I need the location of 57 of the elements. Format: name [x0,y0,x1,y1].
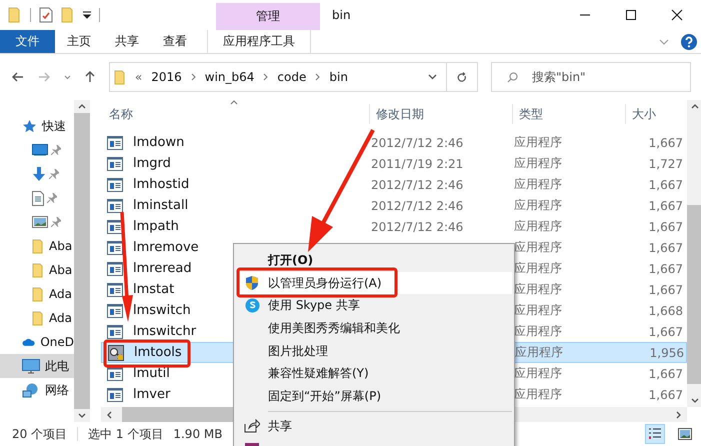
file-size: 1,667 [648,324,683,338]
file-type: 应用程序 [514,261,562,275]
window-title: bin [331,7,351,24]
file-name: lmutil [133,366,170,381]
file-size: 1,667 [648,240,683,254]
sidebar-label: Aba [49,239,72,253]
file-size: 1,668 [648,304,683,318]
sidebar-label: 网络 [45,382,69,398]
file-type: 应用程序 [514,219,562,233]
modified-date: 2011/7/19 2:21 [371,156,464,170]
file-name: lmver [133,387,170,402]
file-name: lmstat [133,282,174,297]
file-name: lmreread [133,261,192,276]
file-size: 1,667 [648,366,683,380]
sidebar-label: Ada [49,287,72,301]
file-size: 1,667 [648,388,683,402]
file-type: 应用程序 [514,366,562,380]
sidebar-label: Ada [49,311,72,325]
file-name: lmhostid [133,177,190,192]
file-size: 1,667 [648,220,683,234]
file-size: 1,667 [648,262,683,276]
modified-date: 2012/7/12 2:46 [371,136,464,150]
file-type: 应用程序 [514,324,562,338]
modified-date: 2012/7/12 2:46 [371,178,464,192]
file-size: 1,667 [648,198,683,212]
file-type: 应用程序 [514,387,562,401]
file-name: lminstall [133,198,188,213]
selection-size: 1.90 MB [173,427,222,441]
file-name: lmdown [133,135,184,150]
file-size: 1,667 [648,178,683,192]
modified-date: 2012/7/12 2:46 [371,220,464,234]
sidebar-label: OneD [40,335,74,349]
file-type: 应用程序 [514,177,562,191]
file-name: lmremove [133,240,199,255]
item-count: 20 个项目 [12,426,68,442]
file-type: 应用程序 [514,240,562,254]
file-type: 应用程序 [514,135,562,149]
sidebar-label: 快速 [42,118,66,134]
file-type: 应用程序 [515,345,563,359]
file-size: 1,727 [648,156,683,170]
file-name: lmswitch [133,303,191,318]
file-name: lmswitchr [133,324,196,339]
file-type: 应用程序 [514,156,562,170]
file-type: 应用程序 [514,198,562,212]
contextual-tab-header: 管理 [216,3,320,30]
file-size: 1,667 [648,282,683,296]
file-name: lmtools [134,345,182,360]
selection-count: 选中 1 个项目 [88,426,164,442]
file-size: 1,956 [650,346,684,360]
file-type: 应用程序 [514,282,562,296]
file-name: lmpath [133,219,179,234]
file-type: 应用程序 [514,303,562,317]
file-size: 1,667 [648,136,683,150]
sidebar-label: Aba [49,263,72,277]
modified-date: 2012/7/12 2:46 [371,198,464,212]
file-name: lmgrd [133,156,171,171]
sidebar-label: 此电 [45,358,69,374]
